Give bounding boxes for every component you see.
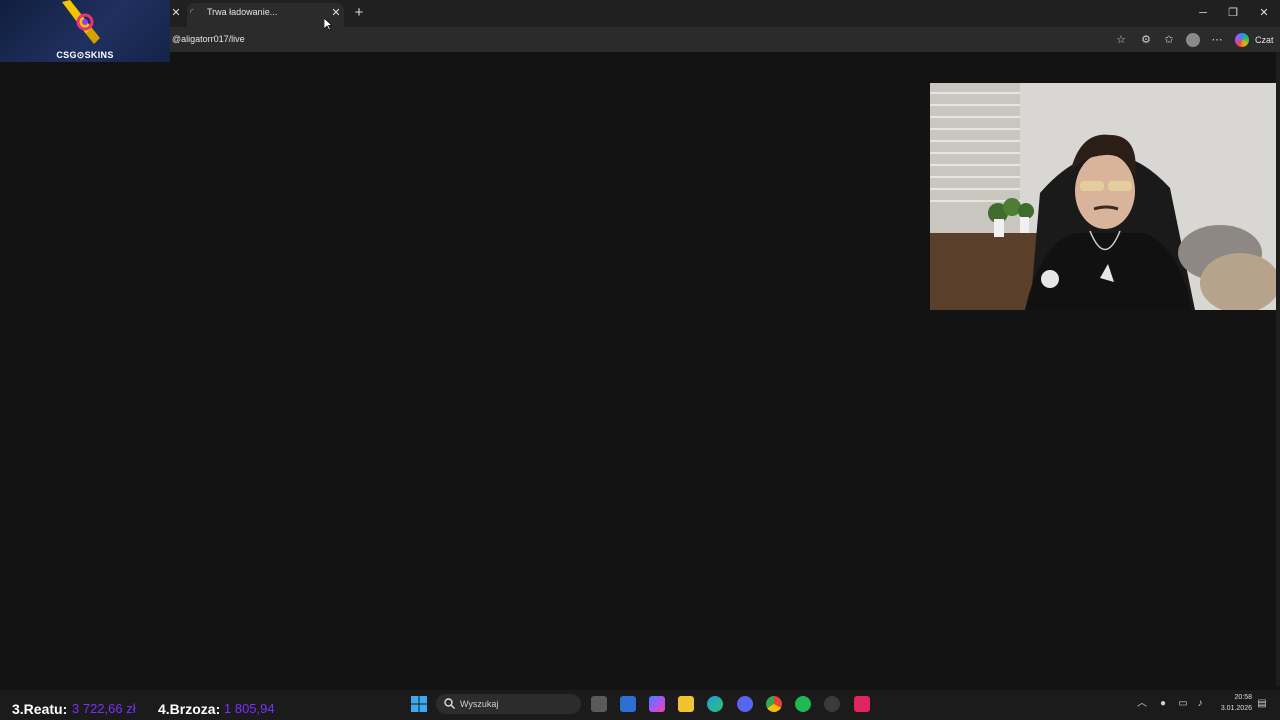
clock-time[interactable]: 20:58 [1216, 694, 1252, 701]
notification-icon[interactable]: ▤ [1256, 698, 1268, 710]
hidden-icons-chevron-icon[interactable]: ︿ [1136, 698, 1148, 710]
star-icon[interactable]: ☆ [1114, 33, 1128, 47]
copilot-icon[interactable] [1235, 33, 1249, 47]
loading-spinner-icon: ◜ [190, 7, 194, 17]
search-icon [444, 698, 455, 709]
windows-start-icon[interactable] [411, 696, 427, 712]
minimize-button[interactable]: ─ [1196, 6, 1210, 20]
close-window-button[interactable]: ✕ [1257, 6, 1271, 20]
new-tab-button[interactable]: + [352, 5, 366, 21]
task-view-icon[interactable] [591, 696, 607, 712]
clock-date[interactable]: 3.01.2026 [1212, 705, 1252, 712]
maximize-button[interactable]: ❐ [1226, 6, 1240, 20]
scrollbar[interactable] [1276, 52, 1280, 686]
taskbar-search[interactable] [436, 694, 581, 714]
knife-emblem-icon [62, 0, 100, 44]
address-bar[interactable]: @aligatorr017/live [172, 34, 245, 44]
steam-icon[interactable] [824, 696, 840, 712]
leaderboard-rank-3: 3.Reatu: [12, 701, 68, 717]
copilot-app-icon[interactable] [649, 696, 665, 712]
tiktok-icon[interactable] [854, 696, 870, 712]
sponsor-logo: CSG⊙SKINS [0, 0, 170, 62]
store-icon[interactable] [620, 696, 636, 712]
webcam-feed [930, 83, 1276, 310]
volume-icon[interactable]: ♪ [1194, 698, 1206, 710]
chat-button-label[interactable]: Czat [1255, 35, 1274, 45]
spotify-icon[interactable] [795, 696, 811, 712]
logo-text: CSG⊙SKINS [56, 50, 114, 60]
discord-icon[interactable] [737, 696, 753, 712]
mouse-cursor-icon [324, 18, 332, 30]
file-explorer-icon[interactable] [678, 696, 694, 712]
leaderboard-value-3: 3 722,66 zł [72, 701, 136, 716]
tab-title: Trwa ładowanie... [207, 7, 278, 17]
profile-avatar-icon[interactable] [1186, 33, 1200, 47]
previous-tab-close-button[interactable]: ✕ [170, 6, 182, 20]
edge-icon[interactable] [707, 696, 723, 712]
search-placeholder: Wyszukaj [460, 699, 499, 709]
favorites-icon[interactable]: ✩ [1162, 33, 1176, 47]
chrome-icon[interactable] [766, 696, 782, 712]
more-icon[interactable]: ⋯ [1210, 33, 1224, 47]
network-icon[interactable]: ▭ [1177, 698, 1189, 710]
microphone-icon[interactable]: ● [1157, 698, 1169, 710]
leaderboard-rank-4: 4.Brzoza: [158, 701, 221, 717]
leaderboard-value-4: 1 805,94 [224, 701, 275, 716]
extensions-icon[interactable]: ⚙ [1139, 33, 1153, 47]
